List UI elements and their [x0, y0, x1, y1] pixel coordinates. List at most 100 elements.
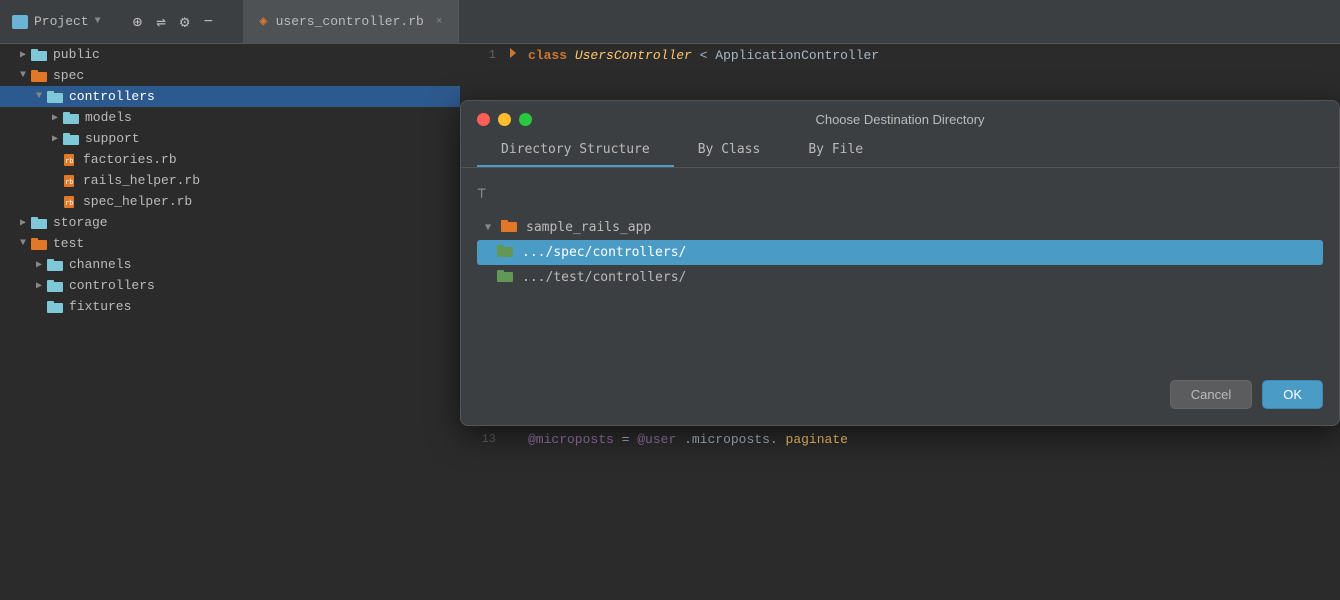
rb-icon-factories: rb: [62, 153, 78, 167]
sidebar-item-controllers[interactable]: ▼ controllers: [0, 86, 460, 107]
layout-icon[interactable]: ⇌: [156, 12, 166, 32]
arrow-spec: ▼: [16, 70, 30, 81]
ok-button[interactable]: OK: [1262, 380, 1323, 409]
settings-icon[interactable]: ⚙: [180, 12, 190, 32]
chain: .microposts.: [684, 432, 778, 447]
sidebar-item-storage[interactable]: ▶ storage: [0, 212, 460, 233]
folder-icon-storage: [30, 216, 48, 230]
project-icon: [12, 15, 28, 29]
traffic-light-minimize[interactable]: [498, 113, 511, 126]
modal-tree-item-test-controllers[interactable]: .../test/controllers/: [477, 265, 1323, 290]
arrow-rails-helper: [48, 175, 62, 186]
sidebar-item-fixtures[interactable]: fixtures: [0, 296, 460, 317]
label-fixtures: fixtures: [69, 299, 131, 314]
label-rails-helper: rails_helper.rb: [83, 173, 200, 188]
folder-icon-sample-rails: [501, 219, 517, 236]
line-content-1: class UsersController < ApplicationContr…: [528, 48, 879, 63]
modal-dialog: Choose Destination Directory Directory S…: [460, 100, 1340, 426]
tab-directory-structure[interactable]: Directory Structure: [477, 134, 674, 167]
filter-icon[interactable]: ⊤: [477, 184, 486, 203]
arrow-channels: ▶: [32, 259, 46, 271]
editor-line-1: 1 class UsersController < ApplicationCon…: [460, 44, 1340, 66]
modal-title: Choose Destination Directory: [815, 112, 984, 127]
at-var-microposts: @microposts: [528, 432, 614, 447]
rb-icon-spec-helper: rb: [62, 195, 78, 209]
add-icon[interactable]: ⊕: [133, 12, 143, 32]
sidebar-item-factories[interactable]: rb factories.rb: [0, 149, 460, 170]
sidebar-item-spec[interactable]: ▼ spec: [0, 65, 460, 86]
sidebar-item-test[interactable]: ▼ test: [0, 233, 460, 254]
line-num-13: 13: [468, 432, 496, 446]
sidebar-item-rails-helper[interactable]: rb rails_helper.rb: [0, 170, 460, 191]
label-public: public: [53, 47, 100, 62]
tab-by-class[interactable]: By Class: [674, 134, 785, 167]
label-test-controllers: controllers: [69, 278, 155, 293]
arrow-test-controllers: ▶: [32, 280, 46, 292]
top-icons: ⊕ ⇌ ⚙ −: [123, 12, 224, 32]
arrow-storage: ▶: [16, 217, 30, 229]
assign: =: [622, 432, 638, 447]
modal-directory-tree: ▼ sample_rails_app .../spec/controllers/…: [477, 215, 1323, 290]
label-test-controllers: .../test/controllers/: [522, 270, 686, 285]
label-factories: factories.rb: [83, 152, 177, 167]
filter-bar: ⊤: [477, 180, 1323, 211]
top-bar: Project ▼ ⊕ ⇌ ⚙ − ◈ users_controller.rb …: [0, 0, 1340, 44]
classname-users-controller: UsersController: [575, 48, 692, 63]
folder-icon-test: [30, 237, 48, 251]
folder-icon-test-controllers: [46, 279, 64, 293]
keyword-class: class: [528, 48, 567, 63]
label-spec-controllers: .../spec/controllers/: [522, 245, 686, 260]
traffic-light-close[interactable]: [477, 113, 490, 126]
label-test: test: [53, 236, 84, 251]
tab-close-btn[interactable]: ×: [436, 16, 443, 28]
tab-by-file[interactable]: By File: [784, 134, 887, 167]
cancel-button[interactable]: Cancel: [1170, 380, 1252, 409]
label-channels: channels: [69, 257, 131, 272]
modal-tree-item-spec-controllers[interactable]: .../spec/controllers/: [477, 240, 1323, 265]
modal-tree-item-sample-rails-app[interactable]: ▼ sample_rails_app: [477, 215, 1323, 240]
paginate-call: paginate: [786, 432, 848, 447]
label-spec: spec: [53, 68, 84, 83]
traffic-lights: [477, 113, 532, 126]
label-sample-rails-app: sample_rails_app: [526, 220, 651, 235]
dropdown-arrow: ▼: [95, 16, 101, 27]
traffic-light-maximize[interactable]: [519, 113, 532, 126]
tab-users-controller[interactable]: ◈ users_controller.rb ×: [243, 0, 459, 44]
arrow-support: ▶: [48, 133, 62, 145]
arrow-models: ▶: [48, 112, 62, 124]
sidebar-item-models[interactable]: ▶ models: [0, 107, 460, 128]
folder-icon-spec-controllers: [497, 244, 513, 261]
sidebar-item-support[interactable]: ▶ support: [0, 128, 460, 149]
line-gutter-13: [508, 432, 528, 447]
modal-tabs: Directory Structure By Class By File: [461, 134, 1339, 167]
sidebar-item-test-controllers[interactable]: ▶ controllers: [0, 275, 460, 296]
label-storage: storage: [53, 215, 108, 230]
label-support: support: [85, 131, 140, 146]
arrow-fixtures: [32, 301, 46, 312]
label-controllers: controllers: [69, 89, 155, 104]
minimize-icon[interactable]: −: [204, 13, 214, 31]
line-num-1: 1: [468, 48, 496, 62]
rb-icon-rails-helper: rb: [62, 174, 78, 188]
sidebar-item-spec-helper[interactable]: rb spec_helper.rb: [0, 191, 460, 212]
class-inheritance: < ApplicationController: [700, 48, 879, 63]
folder-icon-test-controllers: [497, 269, 513, 286]
svg-text:rb: rb: [65, 178, 73, 186]
tab-bar: ◈ users_controller.rb ×: [243, 0, 459, 44]
project-title: Project: [34, 14, 89, 29]
sidebar: ▶ public ▼ spec ▼ controllers: [0, 44, 460, 600]
modal-titlebar: Choose Destination Directory: [461, 101, 1339, 134]
folder-icon-support: [62, 132, 80, 146]
svg-text:rb: rb: [65, 157, 73, 165]
folder-icon-controllers: [46, 90, 64, 104]
sidebar-item-public[interactable]: ▶ public: [0, 44, 460, 65]
editor-line-13: 13 @microposts = @user .microposts. pagi…: [460, 428, 1340, 450]
line-content-13: @microposts = @user .microposts. paginat…: [528, 432, 848, 447]
arrow-sample-rails: ▼: [485, 222, 497, 233]
arrow-factories: [48, 154, 62, 165]
sidebar-item-channels[interactable]: ▶ channels: [0, 254, 460, 275]
at-var-user: @user: [637, 432, 676, 447]
modal-footer: Cancel OK: [461, 368, 1339, 425]
arrow-controllers: ▼: [32, 91, 46, 102]
label-spec-helper: spec_helper.rb: [83, 194, 192, 209]
